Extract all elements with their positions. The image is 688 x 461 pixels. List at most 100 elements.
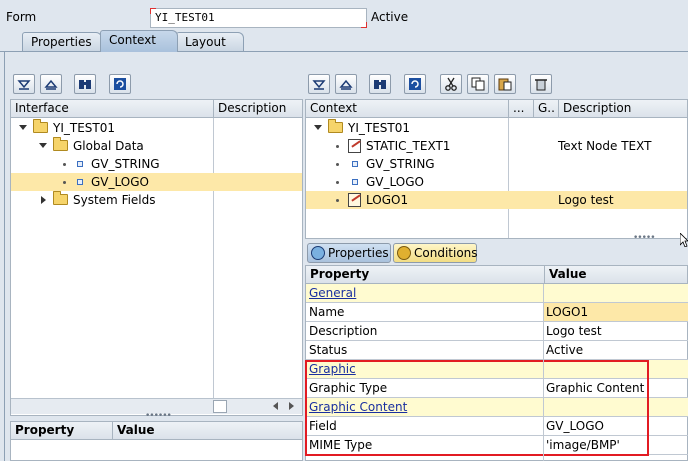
node-label: GV_STRING <box>366 157 435 171</box>
folder-icon <box>53 191 68 205</box>
delete-button[interactable] <box>530 74 552 94</box>
context-node-static-text1[interactable]: STATIC_TEXT1 Text Node TEXT <box>306 137 687 155</box>
expand-icon <box>314 125 322 130</box>
graphic-node-icon <box>348 193 361 207</box>
tabstrip: Properties Context Layout <box>0 30 688 52</box>
interface-property-grid: Property Value <box>10 421 303 461</box>
folder-icon <box>33 119 48 133</box>
collapse-all-button[interactable] <box>40 74 62 94</box>
property-value[interactable]: LOGO1 <box>544 303 688 321</box>
tab-context[interactable]: Context <box>100 30 178 52</box>
property-name: Name <box>309 305 345 319</box>
refresh-button[interactable] <box>109 74 131 94</box>
tab-label: Layout <box>185 35 226 49</box>
node-label: LOGO1 <box>366 193 409 207</box>
expand-icon <box>39 143 47 148</box>
property-name: Status <box>309 343 348 357</box>
tree-dot <box>336 145 339 148</box>
tree-dot <box>63 181 66 184</box>
property-column-header[interactable]: Property <box>306 266 544 284</box>
expand-all-button[interactable] <box>13 74 35 94</box>
property-row-name[interactable]: Name LOGO1 <box>306 303 688 322</box>
description-column-header[interactable]: Description <box>558 100 687 118</box>
context-node-yi-test01[interactable]: YI_TEST01 <box>306 119 687 137</box>
value-column-header[interactable]: Value <box>544 266 687 284</box>
scroll-thumb[interactable] <box>213 400 227 413</box>
node-description: Logo test <box>558 193 614 207</box>
node-label: STATIC_TEXT1 <box>366 139 451 153</box>
tree-node-gv-string[interactable]: GV_STRING <box>11 155 213 173</box>
tree-node-yi-test01[interactable]: YI_TEST01 <box>11 119 213 137</box>
collapse-all-button[interactable] <box>335 74 357 94</box>
splitter-grip[interactable]: •••••• <box>145 411 172 421</box>
tree-dot <box>336 199 339 202</box>
interface-tree: Interface Description YI_TEST01 Global D… <box>10 99 303 416</box>
property-value: Active <box>546 343 584 357</box>
context-node-gv-string[interactable]: GV_STRING <box>306 155 687 173</box>
column3-header[interactable]: G.. <box>533 100 558 118</box>
form-label: Form <box>6 10 37 24</box>
refresh-button[interactable] <box>404 74 426 94</box>
tree-dot <box>63 163 66 166</box>
attribute-icon <box>77 161 83 167</box>
column2-header[interactable]: ... <box>508 100 533 118</box>
tree-dot <box>336 163 339 166</box>
collapse-all-icon <box>44 79 58 90</box>
find-button[interactable] <box>369 74 391 94</box>
cut-button[interactable] <box>440 74 462 94</box>
expand-icon <box>19 125 27 130</box>
tab-label: Properties <box>31 35 92 49</box>
property-group-general[interactable]: General <box>306 284 688 303</box>
property-column-header[interactable]: Property <box>11 422 112 440</box>
form-name-field[interactable]: YI_TEST01 <box>150 8 367 28</box>
paste-button[interactable] <box>494 74 516 94</box>
text-node-icon <box>348 139 361 153</box>
expand-all-button[interactable] <box>308 74 330 94</box>
scroll-right-icon[interactable] <box>289 402 294 410</box>
tree-node-global-data[interactable]: Global Data <box>11 137 213 155</box>
copy-button[interactable] <box>467 74 489 94</box>
node-label: GV_STRING <box>91 157 160 171</box>
properties-icon <box>311 246 325 260</box>
expand-all-icon <box>312 80 326 90</box>
conditions-tab-button[interactable]: Conditions <box>393 243 478 263</box>
find-button[interactable] <box>74 74 96 94</box>
trash-icon <box>535 79 547 91</box>
property-row-description[interactable]: Description Logo test <box>306 322 688 341</box>
property-name: General <box>309 286 357 300</box>
copy-icon <box>471 77 485 91</box>
conditions-icon <box>397 246 411 260</box>
scroll-left-icon[interactable] <box>273 402 278 410</box>
node-description: Text Node TEXT <box>558 139 652 153</box>
node-label: Global Data <box>73 139 144 153</box>
context-node-logo1[interactable]: LOGO1 Logo test <box>306 191 687 209</box>
tab-layout[interactable]: Layout <box>176 32 244 52</box>
attribute-icon <box>77 179 83 185</box>
property-row-status[interactable]: Status Active <box>306 341 688 360</box>
collapsed-icon <box>41 196 46 204</box>
tree-node-gv-logo[interactable]: GV_LOGO <box>11 173 302 191</box>
tree-dot <box>336 181 339 184</box>
context-node-gv-logo[interactable]: GV_LOGO <box>306 173 687 191</box>
node-label: System Fields <box>73 193 156 207</box>
tab-properties[interactable]: Properties <box>22 32 102 52</box>
refresh-icon <box>114 78 126 90</box>
tab-label: Context <box>109 33 157 47</box>
folder-icon <box>328 119 343 133</box>
value-column-header[interactable]: Value <box>112 422 302 440</box>
tree-node-system-fields[interactable]: System Fields <box>11 191 213 209</box>
context-column-header[interactable]: Context <box>306 100 508 118</box>
folder-icon <box>53 137 68 151</box>
collapse-all-icon <box>339 79 353 90</box>
context-tree: Context ... G.. Description YI_TEST01 ST… <box>305 99 688 239</box>
attribute-icon <box>352 179 358 185</box>
refresh-icon <box>409 78 421 90</box>
property-value[interactable]: Logo test <box>544 322 688 340</box>
node-label: YI_TEST01 <box>348 121 410 135</box>
splitter-grip[interactable]: ••••• <box>633 233 656 243</box>
description-column-header[interactable]: Description <box>213 100 302 118</box>
highlight-box <box>305 360 649 456</box>
properties-tab-button[interactable]: Properties <box>307 243 391 263</box>
tab-label: Properties <box>328 246 389 260</box>
interface-column-header[interactable]: Interface <box>11 100 213 118</box>
